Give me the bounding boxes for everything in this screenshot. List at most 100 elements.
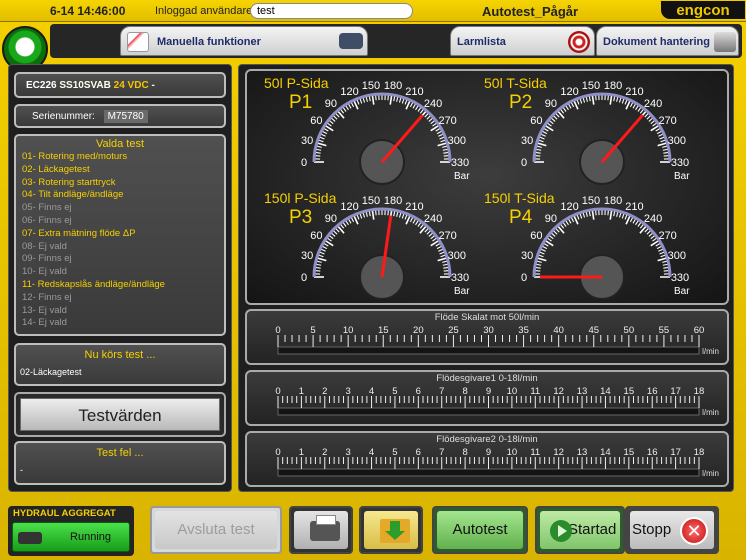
flow-track [277, 346, 700, 355]
flow-track [277, 468, 700, 477]
test-item: 01- Rotering med/moturs [22, 151, 128, 162]
gauge-scale-label: 330 [451, 157, 469, 169]
gauge-scale-label: 180 [384, 195, 402, 207]
gauge-scale-label: 90 [545, 98, 557, 110]
stop-button[interactable]: Stopp ✕ [625, 506, 719, 554]
gauge-scale-label: 300 [668, 135, 686, 147]
tab-document-handling[interactable]: Dokument hantering [596, 26, 739, 56]
flow-tick-label: 10 [507, 447, 518, 458]
start-button[interactable]: Startad [535, 506, 625, 554]
flow-tick-label: 16 [647, 447, 658, 458]
save-button[interactable] [359, 506, 423, 554]
selected-tests-box: Valda test 01- Rotering med/moturs 02- Lä… [14, 134, 226, 336]
gauge-scale-label: 210 [405, 86, 423, 98]
gauge-scale-label: 90 [325, 98, 337, 110]
test-item: 05- Finns ej [22, 202, 72, 214]
flow-tick-label: 4 [369, 447, 374, 458]
flow-tick-label: 15 [624, 447, 635, 458]
gauge-scale-label: 300 [448, 135, 466, 147]
download-arrow-icon [385, 521, 405, 540]
gauge-label: 50l T-Sida [484, 75, 547, 91]
testvarden-button[interactable]: Testvärden [20, 398, 220, 431]
tab-alarm-label: Larmlista [457, 36, 506, 48]
tab-alarm-list[interactable]: Larmlista [450, 26, 595, 56]
gauge-scale-label: 300 [668, 250, 686, 262]
gauge-scale-label: 120 [560, 86, 578, 98]
flow-tick-label: 11 [530, 447, 540, 458]
flow-tick-label: 18 [694, 447, 705, 458]
stop-label: Stopp [632, 521, 672, 538]
gauge-scale-label: 180 [604, 80, 622, 92]
flow-tick-label: 15 [624, 386, 635, 397]
pressure-gauges: 0 30 60 90 120 150 180 210 240 270 300 330 50l P-Sid… [245, 69, 729, 305]
gauge-scale-label: 180 [604, 195, 622, 207]
user-field[interactable]: test [250, 3, 413, 19]
print-button[interactable] [289, 506, 353, 554]
end-test-button[interactable]: Avsluta test [150, 506, 282, 554]
flow-tick-label: 3 [346, 447, 351, 458]
testvarden-frame: Testvärden [14, 392, 226, 437]
flow-scale: 0 1 2 3 4 5 6 7 8 9 10 11 12 13 14 15 16 17 18 [275, 447, 705, 477]
flow-tick-label: 1 [299, 386, 304, 397]
nav-bar: Manuella funktioner Larmlista Dokument h… [50, 24, 742, 58]
gauge-scale-label: 30 [301, 135, 313, 147]
alarm-icon [568, 31, 590, 53]
gauge-id: P2 [509, 92, 532, 113]
gauge-label: 150l T-Sida [484, 190, 555, 206]
flow-tick-label: 9 [486, 447, 491, 458]
test-item: 13- Ej vald [22, 304, 67, 316]
gauge-scale-label: 330 [451, 272, 469, 284]
flow-tick-label: 4 [369, 386, 374, 397]
machine-icon [339, 33, 363, 49]
gauge-unit: Bar [674, 171, 690, 182]
flow-tick-label: 1 [299, 447, 304, 458]
flow-tick-label: 8 [462, 386, 467, 397]
test-item: 10- Ej vald [22, 266, 67, 278]
gauge-label: 50l P-Sida [264, 75, 329, 91]
gauge-scale-label: 180 [384, 80, 402, 92]
play-icon [550, 520, 572, 542]
flow-tick-label: 10 [507, 386, 518, 397]
machine-serial-code: SS10SVAB [59, 80, 111, 91]
machine-info: EC226 SS10SVAB 24 VDC - [14, 72, 226, 98]
gauge-tick [657, 257, 668, 262]
hydraul-title: HYDRAUL AGGREGAT [13, 508, 116, 519]
gauge-scale-label: 150 [362, 80, 380, 92]
flow-tick-label: 35 [518, 325, 529, 336]
tab-manual-functions[interactable]: Manuella funktioner [120, 26, 368, 56]
tab-doc-label: Dokument hantering [603, 36, 710, 48]
flow-tick-label: 6 [416, 447, 421, 458]
gauge-scale-label: 270 [658, 230, 676, 242]
gauge-scale-label: 90 [545, 213, 557, 225]
machine-suffix: - [151, 80, 155, 91]
flow-tick-label: 2 [322, 447, 327, 458]
gauge-tick [657, 142, 668, 147]
test-item: 07- Extra mätning flöde ΔP [22, 227, 136, 239]
test-item: 06- Finns ej [22, 214, 72, 226]
flow-meter-3: Flödesgivare2 0-18l/min 0 1 2 3 4 5 6 7 8 9 10 11 12… [245, 431, 729, 487]
gauge-tick [371, 209, 375, 220]
running-button[interactable]: Running [12, 522, 130, 552]
gauge-scale-label: 60 [310, 115, 322, 127]
flow-tick-label: 5 [392, 386, 397, 397]
flow-tick-label: 15 [378, 325, 389, 336]
gauge-unit: Bar [454, 286, 470, 297]
test-item: 11- Redskapslås ändläge/ändläge [22, 278, 165, 290]
gauge-scale-label: 0 [301, 272, 307, 284]
autotest-button[interactable]: Autotest [432, 506, 528, 554]
selected-tests-title: Valda test [95, 138, 145, 150]
flow-tick-label: 17 [670, 386, 681, 397]
flow-tick-label: 13 [577, 386, 588, 397]
flow-tick-label: 7 [439, 386, 444, 397]
gauge-scale-label: 210 [625, 201, 643, 213]
flow-scale: 0 1 2 3 4 5 6 7 8 9 10 11 12 13 14 15 16 17 18 [275, 386, 704, 416]
gauge-scale-label: 270 [658, 115, 676, 127]
gauge-id: P3 [289, 207, 312, 228]
gauge-unit: Bar [674, 286, 690, 297]
flow-unit: l/min [702, 408, 719, 417]
flow-tick-label: 10 [343, 325, 354, 336]
gauge-tick [609, 209, 613, 220]
flow-tick-label: 8 [462, 447, 467, 458]
gauge-P4: 0 30 6090120 150 180210240 270 300 330 150l T-Si… [484, 190, 690, 300]
gauge-scale-label: 330 [671, 157, 689, 169]
